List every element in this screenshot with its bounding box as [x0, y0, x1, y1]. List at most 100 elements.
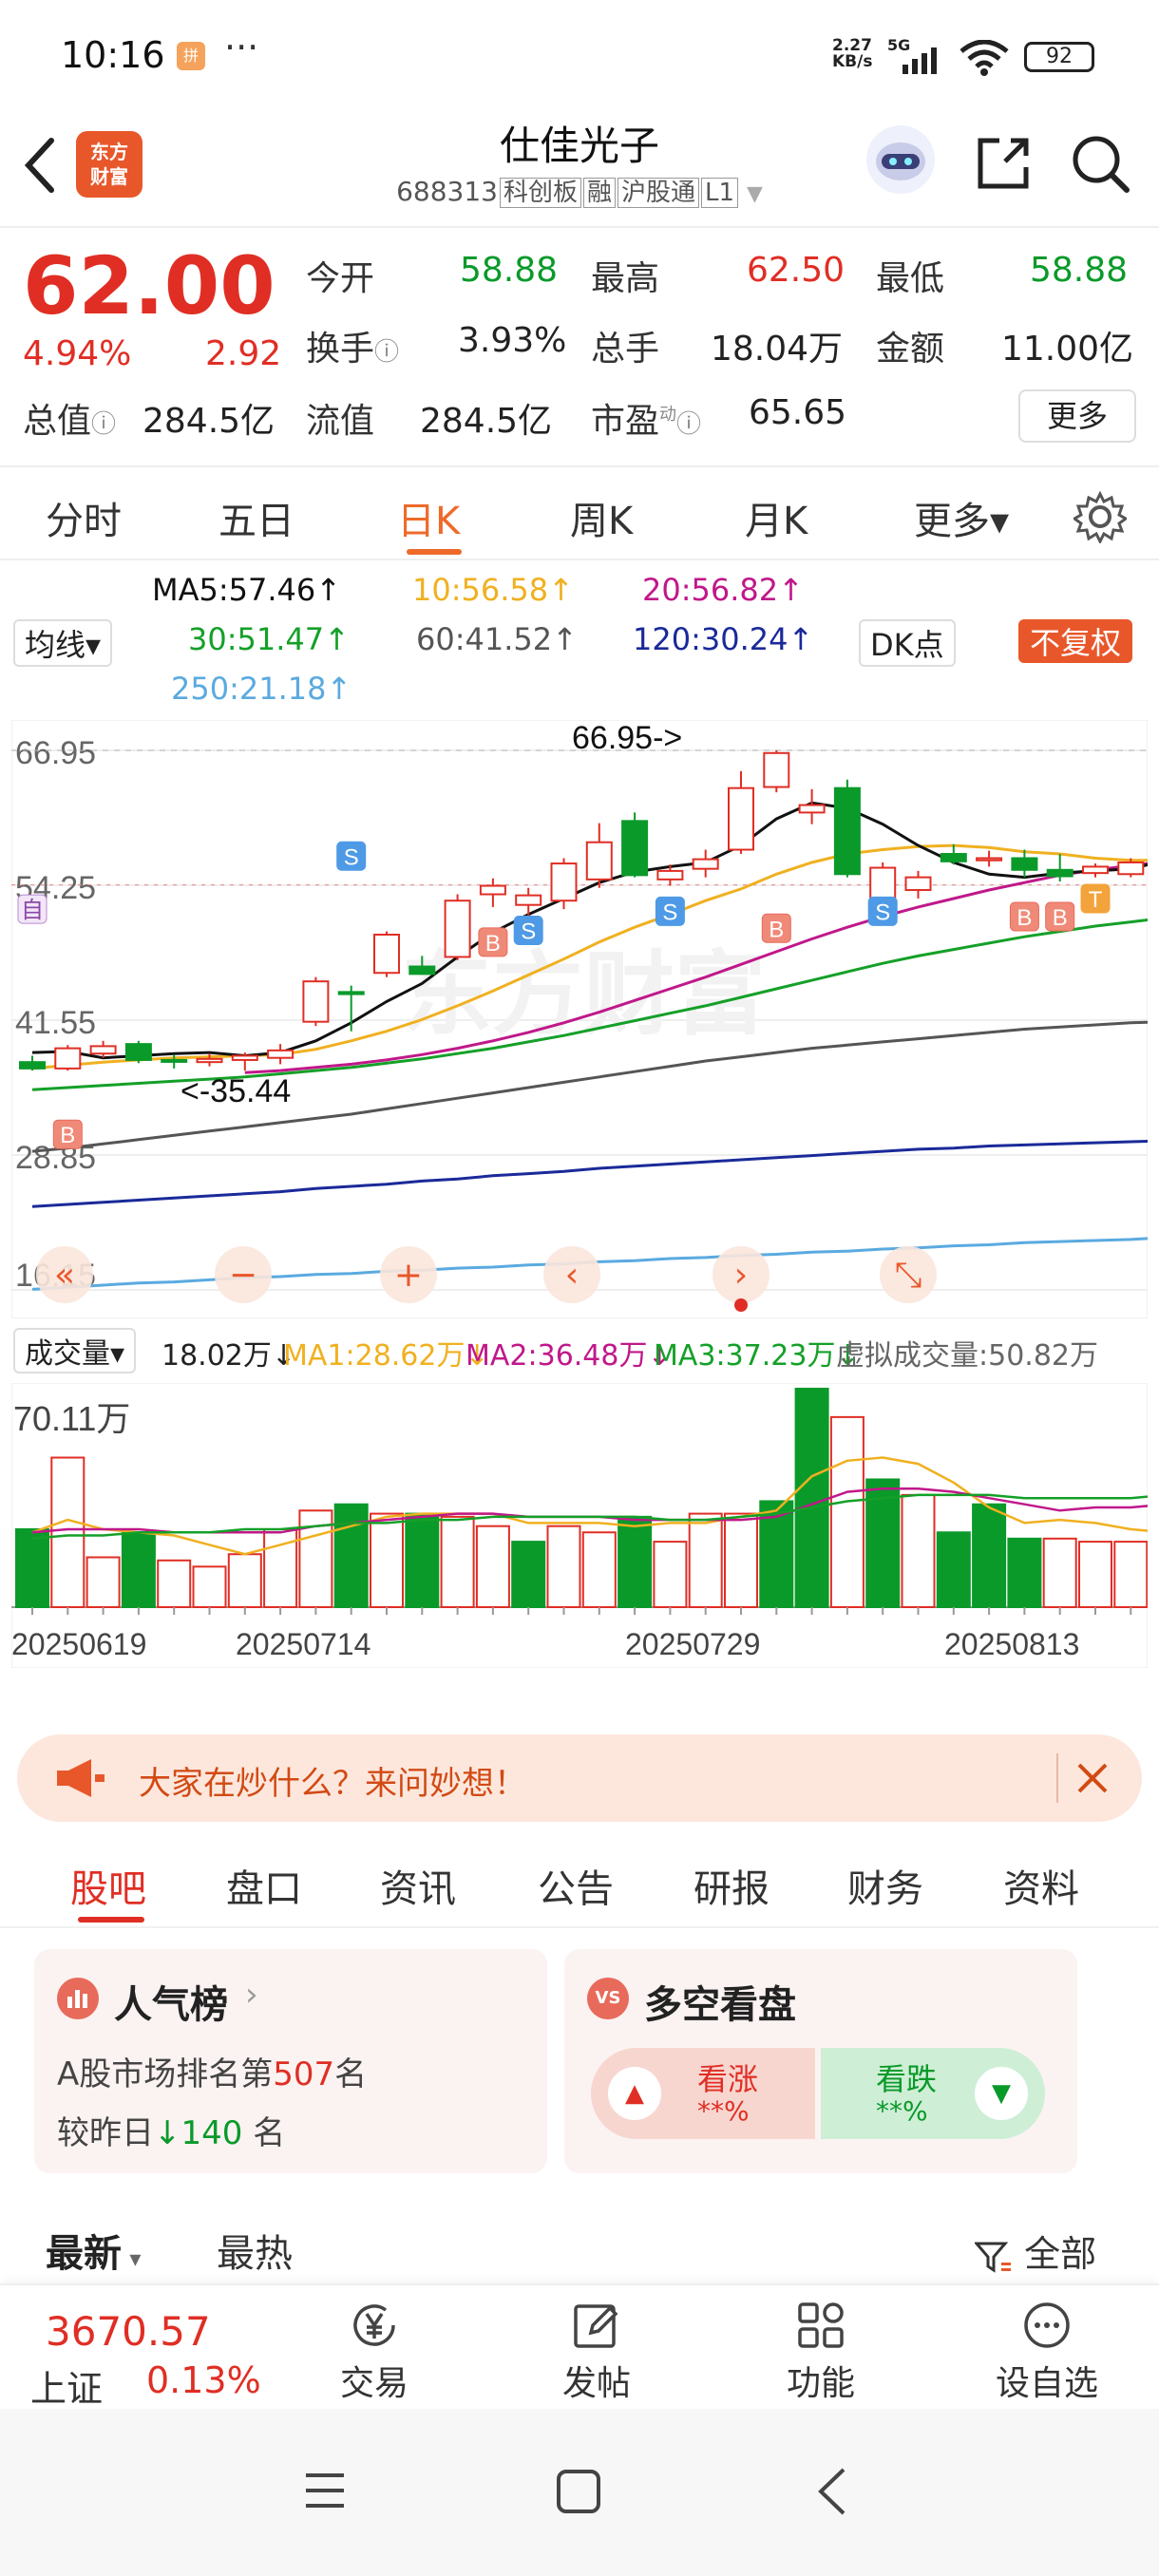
open-label: 今开 — [306, 259, 375, 298]
open-value: 58.88 — [460, 251, 559, 290]
sentiment-card[interactable]: VS 多空看盘 ▲ 看涨 **% 看跌 **% ▼ — [564, 1949, 1077, 2173]
tab-order-book[interactable]: 盘口 — [226, 1858, 302, 1913]
candlestick — [1117, 861, 1145, 876]
sort-latest[interactable]: 最新 ▾ — [46, 2223, 141, 2278]
tab-news[interactable]: 资讯 — [380, 1858, 456, 1913]
tab-weekly-k[interactable]: 周K — [570, 490, 633, 545]
volume-bar — [333, 1503, 369, 1608]
ai-assistant-icon[interactable] — [864, 123, 937, 196]
tab-five-day[interactable]: 五日 — [218, 490, 294, 545]
date-tick-label: 20250619 — [11, 1627, 146, 1661]
volume-bar — [618, 1515, 653, 1608]
kline-chart[interactable]: 66.9554.2541.5528.8516.15东方财富BSBSSBSBBT自… — [11, 720, 1148, 1318]
add-watchlist-button[interactable]: 设自选 — [971, 2299, 1123, 2405]
ma30-value: 30:51.47↑ — [188, 621, 350, 657]
turnover-value: 3.93% — [458, 321, 567, 360]
filter-button[interactable]: 全部 — [973, 2225, 1096, 2277]
volume-bar — [475, 1525, 510, 1608]
more-button[interactable]: 更多 — [1018, 389, 1136, 443]
candlestick — [89, 1045, 117, 1055]
total-cap-label[interactable]: 总值ⓘ — [23, 393, 116, 443]
tab-forum[interactable]: 股吧 — [70, 1858, 146, 1913]
filter-icon — [973, 2242, 1011, 2273]
candlestick — [54, 1047, 82, 1070]
vs-icon: VS — [587, 1978, 629, 2019]
ma-legend: MA5:57.46↑ 10:56.58↑ 20:56.82↑ 均线▾ 30:51… — [0, 566, 1159, 718]
yen-icon — [353, 2304, 395, 2346]
ask-ai-banner[interactable]: 大家在炒什么？来问妙想！ — [17, 1734, 1142, 1822]
ma20-value: 20:56.82↑ — [642, 572, 804, 608]
notification-app-icon: 拼 — [177, 42, 205, 70]
close-icon[interactable] — [1074, 1759, 1112, 1797]
candlestick — [550, 862, 578, 902]
candlestick — [19, 1061, 46, 1070]
candlestick — [337, 991, 365, 995]
volume-bar — [829, 1415, 864, 1608]
megaphone-icon — [57, 1759, 104, 1797]
date-tick-label: 20250714 — [236, 1627, 370, 1661]
ma120-value: 120:30.24↑ — [633, 621, 814, 657]
bar-chart-icon — [57, 1978, 99, 2019]
home-icon[interactable] — [555, 2468, 602, 2515]
volume-ma2: MA2:36.48万↓ — [466, 1339, 672, 1373]
volume-chart[interactable]: 70.11万 20250619 20250714 20250729 20250813 — [11, 1383, 1148, 1668]
trade-button[interactable]: 交易 — [298, 2299, 450, 2405]
functions-button[interactable]: 功能 — [745, 2299, 897, 2405]
bull-button[interactable]: ▲ 看涨 **% — [591, 2048, 815, 2139]
status-bar: 10:16 拼 ··· 2.27 KB/s 5G 92 — [0, 0, 1159, 104]
float-cap-value: 284.5亿 — [420, 402, 553, 441]
chevron-down-icon: ▼ — [746, 182, 763, 206]
pager-dot — [734, 1298, 748, 1312]
sort-hottest[interactable]: 最热 — [217, 2223, 293, 2278]
banner-text: 大家在炒什么？来问妙想！ — [139, 1765, 526, 1803]
volume-indicator-selector[interactable]: 成交量▾ — [13, 1328, 137, 1373]
post-button[interactable]: 发帖 — [521, 2299, 673, 2405]
gear-icon[interactable] — [1074, 490, 1127, 543]
signal-marker-label: S — [521, 919, 536, 945]
chart-control-icon: ⤡ — [895, 1256, 922, 1295]
candlestick — [479, 884, 506, 896]
signal-marker-label: 自 — [21, 898, 44, 923]
volume-y-tick: 70.11万 — [13, 1399, 130, 1438]
index-value[interactable]: 3670.57 — [46, 2308, 211, 2355]
search-icon[interactable] — [1070, 133, 1130, 194]
signal-marker-label: B — [485, 931, 501, 957]
volume-bar — [157, 1559, 192, 1608]
stock-code: 688313 — [396, 176, 498, 207]
chart-control-icon: › — [734, 1256, 748, 1295]
tab-research[interactable]: 研报 — [694, 1858, 770, 1913]
candlestick — [444, 900, 471, 958]
dk-point-selector[interactable]: DK点 — [859, 619, 956, 667]
signal-marker-label: B — [60, 1123, 75, 1148]
volume-ma1: MA1:28.62万↓ — [283, 1339, 489, 1373]
tab-more[interactable]: 更多▾ — [914, 490, 1009, 545]
candlestick — [373, 933, 400, 975]
volume-bar — [86, 1556, 121, 1608]
price-adjust-button[interactable]: 不复权 — [1018, 619, 1133, 663]
sort-bar: 最新 ▾ 最热 全部 — [0, 2209, 1159, 2285]
candlestick — [161, 1058, 188, 1063]
tab-daily-k[interactable]: 日K — [397, 490, 460, 545]
chart-control-icon: ‹ — [565, 1256, 579, 1295]
bear-button[interactable]: 看跌 **% ▼ — [821, 2048, 1045, 2139]
tab-monthly-k[interactable]: 月K — [745, 490, 808, 545]
current-volume: 18.02万↓ — [162, 1339, 296, 1373]
share-icon[interactable] — [973, 133, 1034, 194]
pe-label[interactable]: 市盈动ⓘ — [591, 393, 701, 443]
tab-announcements[interactable]: 公告 — [538, 1858, 614, 1913]
ma-selector[interactable]: 均线▾ — [13, 619, 113, 667]
signal-marker-label: S — [344, 844, 359, 870]
tab-intraday[interactable]: 分时 — [46, 490, 122, 545]
menu-icon[interactable] — [302, 2468, 348, 2513]
total-cap-value: 284.5亿 — [142, 402, 276, 441]
tab-profile[interactable]: 资料 — [1003, 1858, 1079, 1913]
back-icon[interactable] — [813, 2466, 851, 2517]
turnover-label[interactable]: 换手ⓘ — [306, 321, 399, 370]
volume-label: 总手 — [591, 330, 660, 369]
candlestick — [833, 786, 861, 876]
active-tab-indicator — [407, 549, 462, 555]
popularity-card[interactable]: 人气榜 › A股市场排名第507名 较昨日↓140 名 — [34, 1949, 547, 2173]
rank-change-arrow: ↓ — [154, 2114, 181, 2152]
tab-financials[interactable]: 财务 — [847, 1858, 923, 1913]
popularity-title: 人气榜 — [114, 1983, 228, 2027]
